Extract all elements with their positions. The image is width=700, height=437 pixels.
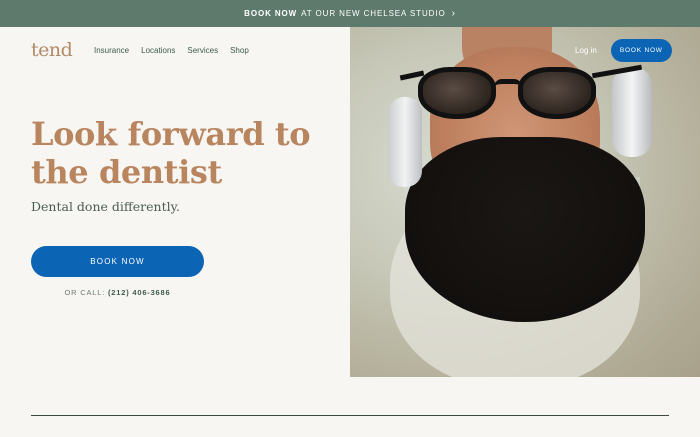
nav-item-shop[interactable]: Shop: [230, 46, 249, 55]
header-book-now-button[interactable]: BOOK NOW: [610, 39, 672, 62]
logo[interactable]: tend: [31, 39, 73, 61]
section-divider: [31, 415, 669, 416]
hero-left-panel: tend Insurance Locations Services Shop L…: [0, 27, 350, 377]
hero-title: Look forward to the dentist: [31, 115, 331, 191]
glasses-lens-right: [518, 67, 596, 119]
nav-item-locations[interactable]: Locations: [141, 46, 175, 55]
chevron-right-icon: ›: [451, 8, 456, 19]
phone-link[interactable]: (212) 406-3686: [108, 288, 171, 297]
hero-photo: [350, 27, 700, 377]
login-link[interactable]: Log in: [575, 46, 597, 55]
promo-text: AT OUR NEW CHELSEA STUDIO: [301, 9, 446, 18]
hero-title-line-2: the dentist: [31, 153, 222, 191]
nav-item-services[interactable]: Services: [187, 46, 218, 55]
hero-title-line-1: Look forward to: [31, 115, 311, 153]
hero-subtitle: Dental done differently.: [31, 199, 180, 214]
nav-item-insurance[interactable]: Insurance: [94, 46, 129, 55]
headphone-cup-right: [612, 67, 652, 157]
header-actions: Log in BOOK NOW: [575, 39, 672, 62]
glasses-lens-left: [418, 67, 496, 119]
call-label: OR CALL:: [64, 288, 106, 297]
book-now-button[interactable]: BOOK NOW: [31, 246, 204, 277]
promo-banner[interactable]: BOOK NOW AT OUR NEW CHELSEA STUDIO ›: [0, 0, 700, 27]
call-line: OR CALL: (212) 406-3686: [31, 288, 204, 297]
promo-book-now: BOOK NOW: [244, 9, 298, 18]
hair: [405, 137, 645, 322]
main-nav: Insurance Locations Services Shop: [94, 46, 249, 55]
sunglasses: [399, 64, 643, 127]
